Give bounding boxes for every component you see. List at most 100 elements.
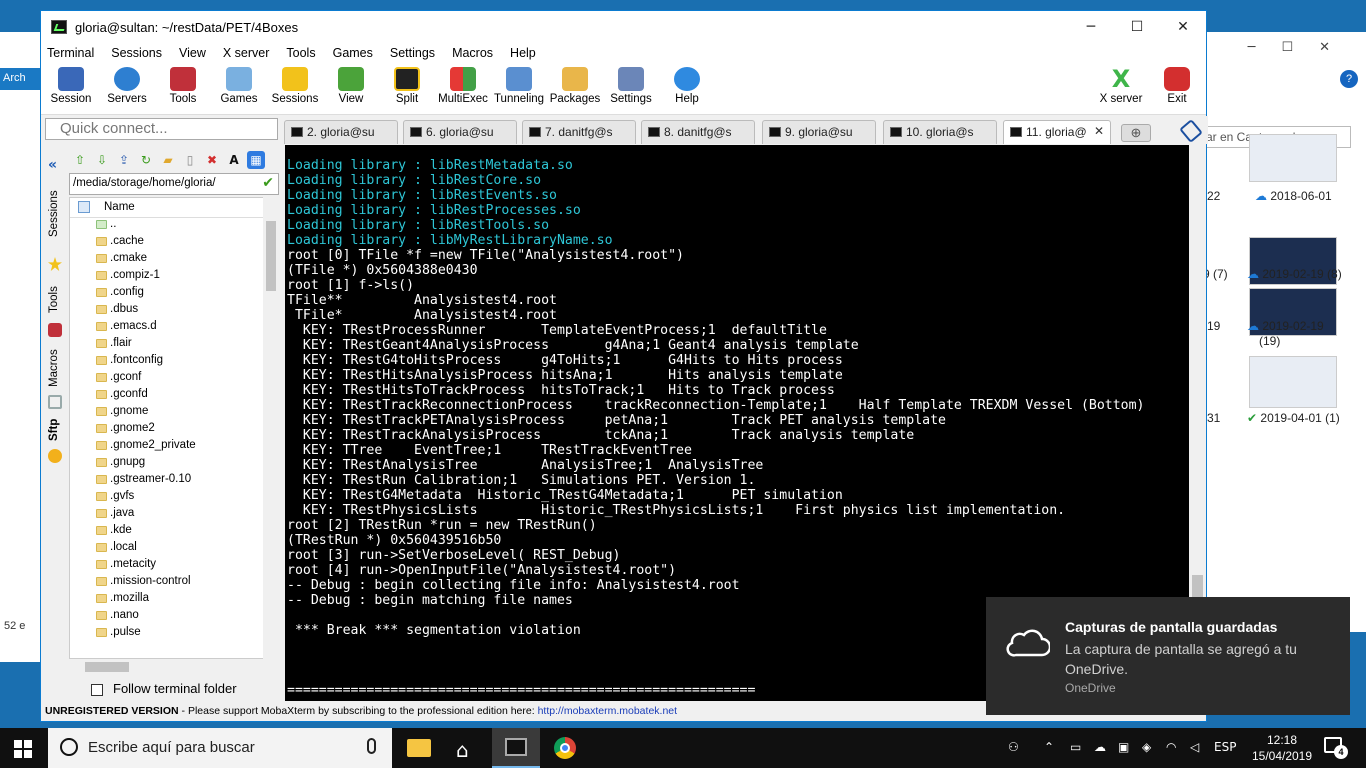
list-item[interactable]: .cache [70, 235, 278, 252]
people-icon[interactable]: ⚇ [1008, 740, 1019, 754]
follow-terminal-folder-checkbox[interactable]: Follow terminal folder [91, 681, 237, 696]
parent-folder-icon[interactable]: ⇧ [71, 151, 89, 169]
rename-icon[interactable]: A [225, 151, 243, 169]
maximize-button[interactable]: ☐ [1114, 11, 1160, 43]
paperclip-icon[interactable] [1179, 118, 1203, 144]
mobaxterm-taskbar-icon[interactable] [492, 728, 540, 768]
new-folder-icon[interactable]: ▰ [159, 151, 177, 169]
file-list-hscrollbar[interactable] [69, 659, 279, 675]
list-item[interactable]: .gnome [70, 405, 278, 422]
microphone-icon[interactable] [367, 738, 376, 754]
list-item[interactable]: .metacity [70, 558, 278, 575]
tab-session-10[interactable]: 10. gloria@s [883, 120, 997, 144]
menu-tools[interactable]: Tools [286, 46, 315, 60]
tools-button[interactable]: Tools [155, 65, 211, 113]
upload-icon[interactable]: ⇪ [115, 151, 133, 169]
file-list-scrollbar[interactable] [263, 197, 279, 659]
list-item[interactable]: .fontconfig [70, 354, 278, 371]
new-tab-button[interactable]: ⊕ [1121, 124, 1151, 142]
list-item[interactable]: .mission-control [70, 575, 278, 592]
menu-settings[interactable]: Settings [390, 46, 435, 60]
list-item[interactable]: .gconf [70, 371, 278, 388]
tunneling-button[interactable]: Tunneling [491, 65, 547, 113]
side-tab-sftp[interactable]: Sftp [48, 419, 60, 441]
view-toggle-icon[interactable]: ▦ [247, 151, 265, 169]
language-indicator[interactable]: ESP [1214, 740, 1236, 754]
list-item[interactable]: .gnome2_private [70, 439, 278, 456]
file-explorer-taskbar-icon[interactable] [395, 728, 443, 768]
start-button[interactable] [14, 740, 32, 758]
sessions-button[interactable]: Sessions [267, 65, 323, 113]
view-button[interactable]: View [323, 65, 379, 113]
home-taskbar-icon[interactable]: ⌂ [443, 728, 491, 768]
new-file-icon[interactable]: ▯ [181, 151, 199, 169]
list-item[interactable]: .cmake [70, 252, 278, 269]
menu-terminal[interactable]: Terminal [47, 46, 94, 60]
menu-macros[interactable]: Macros [452, 46, 493, 60]
list-item[interactable]: .mozilla [70, 592, 278, 609]
checkbox-icon[interactable] [91, 683, 103, 696]
close-tab-icon[interactable]: ✕ [1094, 124, 1104, 138]
thumbnail[interactable] [1249, 134, 1337, 182]
tab-session-2[interactable]: 2. gloria@su [284, 120, 398, 144]
minimize-button[interactable]: ─ [1068, 11, 1114, 43]
title-bar[interactable]: gloria@sultan: ~/restData/PET/4Boxes ─ ☐… [41, 11, 1206, 43]
refresh-icon[interactable]: ↻ [137, 151, 155, 169]
side-tab-macros[interactable]: Macros [48, 349, 60, 387]
chevron-up-icon[interactable]: ⌃ [1044, 740, 1054, 754]
exit-button[interactable]: Exit [1149, 65, 1205, 113]
tab-session-6[interactable]: 6. gloria@su [403, 120, 517, 144]
menu-view[interactable]: View [179, 46, 206, 60]
list-item[interactable]: .gvfs [70, 490, 278, 507]
thumbnail[interactable] [1249, 356, 1337, 408]
list-item[interactable]: .nano [70, 609, 278, 626]
volume-icon[interactable]: ◁ [1190, 740, 1199, 754]
menu-help[interactable]: Help [510, 46, 536, 60]
side-tab-sessions[interactable]: Sessions [48, 190, 60, 237]
list-item[interactable]: .gnupg [70, 456, 278, 473]
scrollbar-thumb[interactable] [85, 662, 129, 672]
side-tab-tools[interactable]: Tools [48, 286, 60, 313]
list-item[interactable]: .kde [70, 524, 278, 541]
sftp-path-input[interactable]: /media/storage/home/gloria/ ✔ [69, 173, 279, 195]
list-item[interactable]: .flair [70, 337, 278, 354]
close-button[interactable]: ✕ [1160, 11, 1206, 43]
list-item[interactable]: .gnome2 [70, 422, 278, 439]
list-item[interactable]: .. [70, 218, 278, 235]
xserver-button[interactable]: X X server [1093, 65, 1149, 113]
explorer-window-controls[interactable]: ─☐✕ [1248, 40, 1356, 55]
system-clock[interactable]: 12:18 15/04/2019 [1248, 732, 1316, 764]
onedrive-icon[interactable]: ☁ [1094, 740, 1106, 754]
action-center-icon[interactable]: 4 [1324, 737, 1348, 759]
delete-icon[interactable]: ✖ [203, 151, 221, 169]
onedrive-notification[interactable]: Capturas de pantalla guardadas La captur… [986, 597, 1350, 715]
column-header-name[interactable]: Name [70, 198, 278, 218]
list-item[interactable]: .config [70, 286, 278, 303]
scrollbar-thumb[interactable] [266, 221, 276, 291]
tab-session-8[interactable]: 8. danitfg@s [641, 120, 755, 144]
download-icon[interactable]: ⇩ [93, 151, 111, 169]
list-item[interactable]: .emacs.d [70, 320, 278, 337]
battery-icon[interactable]: ▭ [1070, 740, 1081, 754]
quick-connect-input[interactable]: Quick connect... [45, 118, 278, 140]
session-button[interactable]: Session [43, 65, 99, 113]
checkmark-icon[interactable]: ✔ [262, 175, 274, 191]
list-item[interactable]: .pulse [70, 626, 278, 643]
wifi-icon[interactable]: ◠ [1166, 740, 1176, 754]
menu-xserver[interactable]: X server [223, 46, 270, 60]
list-item[interactable]: .java [70, 507, 278, 524]
dropbox-icon[interactable]: ◈ [1142, 740, 1151, 754]
mobatek-link[interactable]: http://mobaxterm.mobatek.net [538, 705, 677, 717]
list-item[interactable]: .compiz-1 [70, 269, 278, 286]
help-icon[interactable]: ? [1340, 70, 1358, 88]
list-item[interactable]: .gconfd [70, 388, 278, 405]
app-tray-icon[interactable]: ▣ [1118, 740, 1129, 754]
tab-session-7[interactable]: 7. danitfg@s [522, 120, 636, 144]
packages-button[interactable]: Packages [547, 65, 603, 113]
list-item[interactable]: .dbus [70, 303, 278, 320]
games-button[interactable]: Games [211, 65, 267, 113]
tab-session-11[interactable]: 11. gloria@ ✕ [1003, 120, 1111, 144]
explorer-tab-label[interactable]: Arch [0, 68, 44, 90]
tab-session-9[interactable]: 9. gloria@su [762, 120, 876, 144]
list-item[interactable]: .local [70, 541, 278, 558]
